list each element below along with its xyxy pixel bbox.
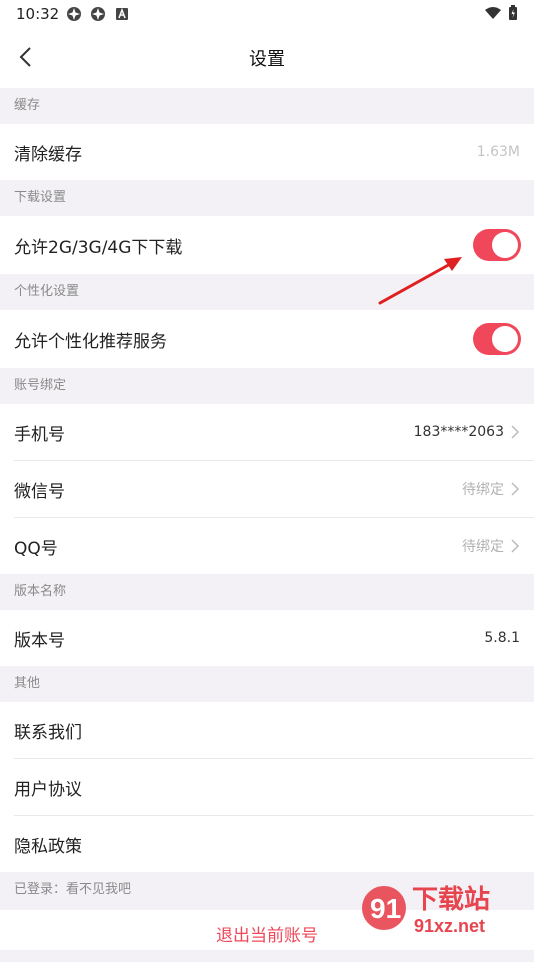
version-row: 版本号 5.8.1: [0, 610, 534, 666]
section-header-other: 其他: [14, 676, 41, 691]
contact-us-label: 联系我们: [14, 722, 82, 743]
section-header-cache: 缓存: [14, 98, 41, 113]
qq-row[interactable]: QQ号 待绑定: [0, 518, 534, 574]
nav-bar: 设置: [0, 28, 534, 88]
privacy-policy-label: 隐私政策: [14, 836, 82, 857]
phone-row[interactable]: 手机号 183****2063: [0, 404, 534, 460]
chevron-right-icon: [511, 425, 520, 439]
privacy-policy-row[interactable]: 隐私政策: [0, 816, 534, 872]
chevron-right-icon: [511, 482, 520, 496]
phone-value: 183****2063: [413, 424, 504, 440]
battery-icon: [509, 5, 517, 20]
download-network-label: 允许2G/3G/4G下下载: [14, 237, 183, 258]
section-header-personal: 个性化设置: [14, 284, 80, 299]
download-network-toggle[interactable]: [473, 229, 521, 261]
clear-cache-row[interactable]: 清除缓存 1.63M: [0, 124, 534, 180]
contact-us-row[interactable]: 联系我们: [0, 702, 534, 758]
wechat-value: 待绑定: [462, 482, 504, 498]
wechat-row[interactable]: 微信号 待绑定: [0, 461, 534, 517]
user-agreement-row[interactable]: 用户协议: [0, 759, 534, 815]
app-a-icon: [116, 7, 128, 20]
user-agreement-label: 用户协议: [14, 779, 82, 800]
version-value: 5.8.1: [484, 630, 520, 646]
app-notification-icon: [67, 7, 81, 21]
toggle-knob: [492, 232, 518, 258]
account-binding-group: 手机号 183****2063 微信号 待绑定 QQ号 待绑定: [0, 404, 534, 574]
personalized-recommend-toggle[interactable]: [473, 323, 521, 355]
personalized-recommend-row: 允许个性化推荐服务: [0, 310, 534, 368]
app-notification-icon: [91, 7, 105, 21]
status-icons: [66, 6, 130, 22]
section-header-version: 版本名称: [14, 584, 67, 599]
qq-value: 待绑定: [462, 539, 504, 555]
section-header-download: 下载设置: [14, 190, 67, 205]
version-label: 版本号: [14, 630, 65, 651]
logout-button[interactable]: 退出当前账号: [0, 910, 534, 950]
qq-label: QQ号: [14, 538, 58, 559]
download-network-row: 允许2G/3G/4G下下载: [0, 216, 534, 274]
cache-size-value: 1.63M: [476, 144, 520, 160]
wifi-icon: [485, 7, 501, 19]
personalized-recommend-label: 允许个性化推荐服务: [14, 331, 167, 352]
status-time: 10:32: [16, 5, 60, 23]
wechat-label: 微信号: [14, 481, 65, 502]
phone-label: 手机号: [14, 424, 65, 445]
toggle-knob: [492, 326, 518, 352]
chevron-right-icon: [511, 539, 520, 553]
login-status: 已登录：看不见我吧: [14, 882, 132, 897]
page-title: 设置: [249, 49, 285, 70]
status-bar: 10:32: [0, 0, 534, 28]
clear-cache-label: 清除缓存: [14, 144, 82, 165]
section-header-account: 账号绑定: [14, 378, 67, 393]
other-group: 联系我们 用户协议 隐私政策: [0, 702, 534, 872]
